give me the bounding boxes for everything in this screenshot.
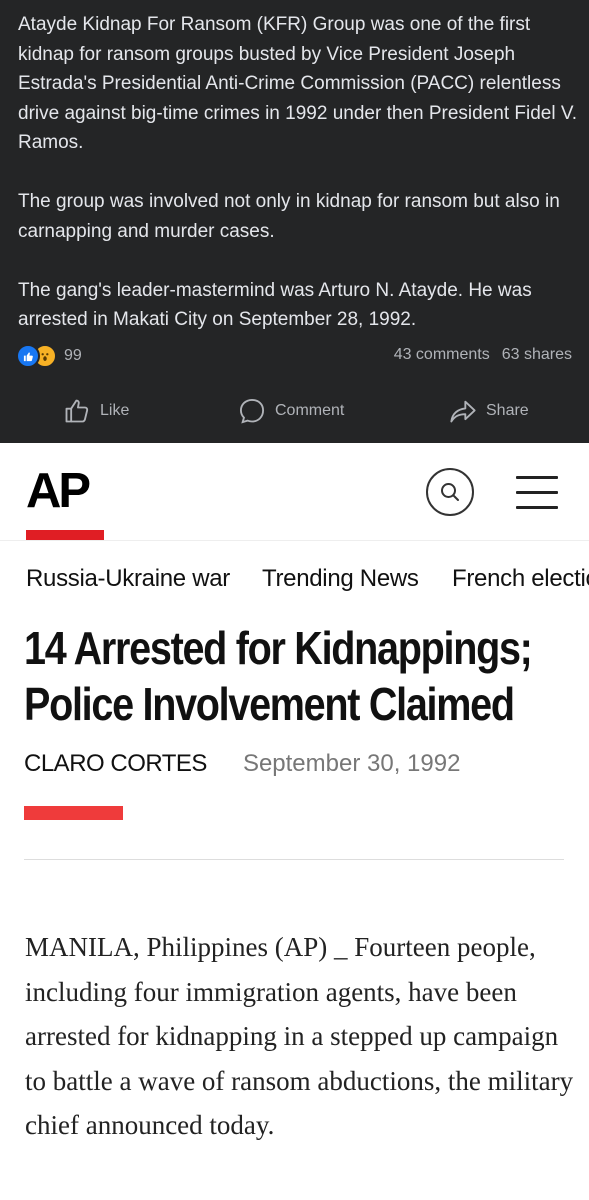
like-reaction-icon xyxy=(16,344,40,368)
nav-item[interactable]: French election xyxy=(452,565,589,593)
post-paragraph: The gang's leader-mastermind was Arturo … xyxy=(18,279,532,331)
topic-nav: Russia-Ukraine war Trending News French … xyxy=(0,540,589,620)
ap-logo[interactable]: AP xyxy=(26,466,104,540)
divider xyxy=(24,859,564,860)
reactions-summary[interactable]: 99 xyxy=(16,344,82,368)
accent-bar xyxy=(24,806,123,820)
reaction-count: 99 xyxy=(64,347,82,364)
engagement-counts: 43 comments 63 shares xyxy=(394,346,572,364)
nav-item[interactable]: Trending News xyxy=(262,565,419,593)
comment-label: Comment xyxy=(275,402,345,419)
comments-count[interactable]: 43 comments xyxy=(394,346,490,364)
ap-logo-bar xyxy=(26,530,104,540)
hamburger-line xyxy=(516,476,558,479)
comment-button[interactable]: Comment xyxy=(238,392,344,430)
hamburger-line xyxy=(516,506,558,509)
article-headline: 14 Arrested for Kidnappings; Police Invo… xyxy=(24,620,533,732)
post-paragraph: The group was involved not only in kidna… xyxy=(18,191,560,242)
thumbs-up-icon xyxy=(65,399,89,423)
ap-logo-text: AP xyxy=(26,464,91,518)
post-paragraph: Atayde Kidnap For Ransom (KFR) Group was… xyxy=(18,14,578,153)
menu-button[interactable] xyxy=(516,476,558,510)
publish-date: September 30, 1992 xyxy=(242,750,461,777)
share-arrow-icon xyxy=(450,400,476,423)
headline-line: Police Involvement Claimed xyxy=(24,678,515,730)
nav-item[interactable]: Russia-Ukraine war xyxy=(26,565,230,593)
hamburger-line xyxy=(516,491,558,494)
like-label: Like xyxy=(100,402,130,419)
search-icon xyxy=(441,483,459,501)
share-button[interactable]: Share xyxy=(449,392,529,430)
author-name[interactable]: CLARO CORTES xyxy=(24,750,207,778)
facebook-post: Atayde Kidnap For Ransom (KFR) Group was… xyxy=(0,0,589,443)
search-button[interactable] xyxy=(426,468,474,516)
share-label: Share xyxy=(486,402,529,419)
post-actions: Like Comment Share xyxy=(0,392,589,430)
comment-bubble-icon xyxy=(239,398,265,424)
post-text: Atayde Kidnap For Ransom (KFR) Group was… xyxy=(18,10,578,335)
byline: CLARO CORTES September 30, 1992 xyxy=(24,750,460,778)
headline-line: 14 Arrested for Kidnappings; xyxy=(24,622,533,674)
shares-count[interactable]: 63 shares xyxy=(502,346,572,364)
like-button[interactable]: Like xyxy=(63,392,129,430)
article-body: MANILA, Philippines (AP) _ Fourteen peop… xyxy=(25,932,574,1140)
